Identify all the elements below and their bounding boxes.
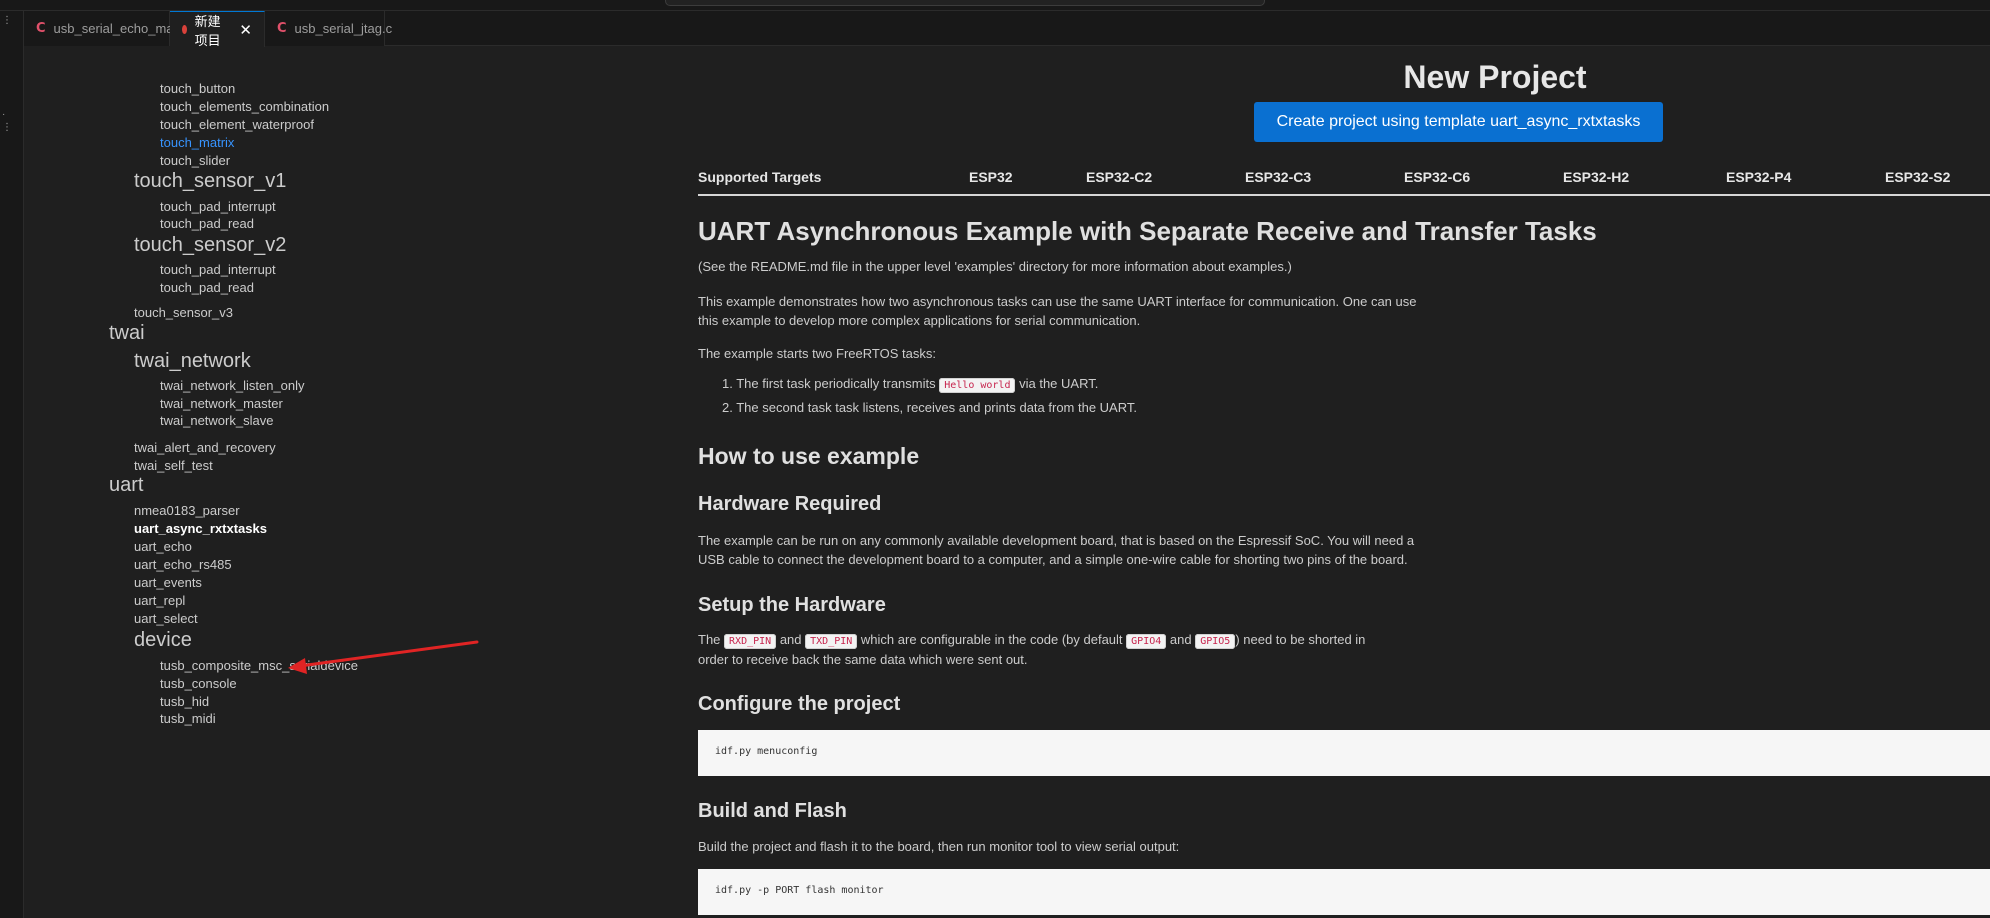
tree-item[interactable]: touch_button	[160, 81, 235, 96]
tree-item[interactable]: twai_alert_and_recovery	[134, 440, 276, 455]
tab-label: usb_serial_jtag.c	[294, 21, 393, 36]
tree-item[interactable]: twai_network_slave	[160, 413, 273, 428]
target-esp32-s2: ESP32-S2	[1885, 169, 1951, 185]
title-bar	[0, 0, 1990, 11]
tree-group-heading: touch_sensor_v1	[134, 170, 287, 192]
code-block: idf.py -p PORT flash monitor	[698, 869, 1990, 915]
supported-targets-row: Supported Targets ESP32 ESP32-C2 ESP32-C…	[698, 160, 1990, 196]
tree-group-heading: twai_network	[134, 350, 251, 372]
tree-item[interactable]: touch_slider	[160, 153, 230, 168]
build-text: Build the project and flash it to the bo…	[698, 839, 1180, 854]
tree-item[interactable]: tusb_midi	[160, 711, 216, 726]
close-icon[interactable]: ✕	[239, 21, 252, 39]
example-tree: touch_button touch_elements_combination …	[24, 47, 690, 918]
tree-group-heading: device	[134, 629, 192, 651]
tree-item[interactable]: uart_echo	[134, 539, 192, 554]
project-dot-icon	[182, 25, 187, 34]
c-file-icon: C	[277, 21, 287, 36]
inline-code: RXD_PIN	[724, 634, 777, 649]
inline-code: GPIO5	[1195, 634, 1236, 649]
tab-usb-serial-echo-main[interactable]: C usb_serial_echo_main.c	[24, 11, 194, 46]
tab-usb-serial-jtag[interactable]: C usb_serial_jtag.c	[265, 11, 392, 46]
section-heading: Hardware Required	[698, 493, 882, 515]
setup-text: and	[1169, 632, 1192, 647]
tab-label: 新建项目	[194, 13, 221, 48]
editor-tab-bar: C usb_serial_echo_main.c 新建项目 ✕ C usb_se…	[24, 11, 1990, 48]
target-esp32-p4: ESP32-P4	[1726, 169, 1792, 185]
tree-item-selected[interactable]: uart_async_rxtxtasks	[134, 521, 267, 536]
setup-text: ) need to be shorted in	[1235, 632, 1366, 647]
inline-code: GPIO4	[1126, 634, 1167, 649]
task-item-1: 1. The first task periodically transmits…	[722, 376, 1099, 393]
tree-item[interactable]: touch_elements_combination	[160, 99, 329, 114]
tree-item[interactable]: uart_repl	[134, 593, 185, 608]
code-text: idf.py menuconfig	[715, 746, 818, 757]
intro-line-1: This example demonstrates how two asynch…	[698, 294, 1417, 309]
setup-line-2: order to receive back the same data whic…	[698, 652, 1028, 667]
setup-text: which are configurable in the code (by d…	[860, 632, 1123, 647]
hw-line-2: USB cable to connect the development boa…	[698, 552, 1408, 567]
tree-category-heading: twai	[109, 322, 145, 344]
code-block: idf.py menuconfig	[698, 730, 1990, 776]
task-item-2: 2. The second task task listens, receive…	[722, 400, 1137, 415]
tab-new-project[interactable]: 新建项目 ✕	[170, 11, 265, 48]
tree-item[interactable]: tusb_composite_msc_serialdevice	[160, 658, 358, 673]
section-heading: Build and Flash	[698, 800, 847, 822]
section-heading: How to use example	[698, 443, 920, 469]
tree-group-heading: touch_sensor_v2	[134, 234, 287, 256]
target-esp32-c6: ESP32-C6	[1404, 169, 1471, 185]
tree-item[interactable]: twai_network_master	[160, 396, 283, 411]
more-icon[interactable]: ⋮	[2, 16, 12, 26]
tree-item-touch-matrix[interactable]: touch_matrix	[160, 135, 234, 150]
tree-item[interactable]: uart_select	[134, 611, 198, 626]
tree-item[interactable]: uart_echo_rs485	[134, 557, 232, 572]
more-icon-secondary[interactable]: ⋮	[2, 123, 12, 133]
setup-line-1: The RXD_PIN and TXD_PIN which are config…	[698, 630, 1365, 651]
setup-text: The	[698, 632, 721, 647]
target-esp32-c2: ESP32-C2	[1086, 169, 1153, 185]
tree-item[interactable]: touch_pad_interrupt	[160, 199, 276, 214]
code-text: idf.py -p PORT flash monitor	[715, 885, 884, 896]
target-esp32-c3: ESP32-C3	[1245, 169, 1312, 185]
tasks-intro: The example starts two FreeRTOS tasks:	[698, 346, 936, 361]
tree-item[interactable]: twai_self_test	[134, 458, 213, 473]
tree-item[interactable]: uart_events	[134, 575, 202, 590]
tree-item[interactable]: nmea0183_parser	[134, 503, 240, 518]
inline-code: Hello world	[939, 378, 1016, 393]
tree-item[interactable]: touch_pad_interrupt	[160, 262, 276, 277]
activity-bar: ⋮ · ⋮	[0, 11, 24, 918]
section-heading: Setup the Hardware	[698, 594, 886, 616]
tree-item[interactable]: tusb_hid	[160, 694, 209, 709]
project-detail: New Project Create project using templat…	[690, 47, 1990, 918]
tree-item[interactable]: touch_element_waterproof	[160, 117, 314, 132]
task1-text-end: via the UART.	[1019, 376, 1099, 391]
readme-heading: UART Asynchronous Example with Separate …	[698, 216, 1597, 246]
target-esp32: ESP32	[969, 169, 1013, 185]
tree-item[interactable]: touch_pad_read	[160, 216, 254, 231]
create-project-button[interactable]: Create project using template uart_async…	[1254, 102, 1663, 142]
hw-line-1: The example can be run on any commonly a…	[698, 533, 1415, 548]
target-esp32-h2: ESP32-H2	[1563, 169, 1630, 185]
dot-icon: ·	[2, 109, 6, 120]
readme-note: (See the README.md file in the upper lev…	[698, 259, 1292, 274]
intro-line-2: this example to develop more complex app…	[698, 313, 1141, 328]
tree-item[interactable]: touch_sensor_v3	[134, 305, 233, 320]
command-center[interactable]	[665, 0, 1265, 6]
targets-label: Supported Targets	[698, 169, 822, 185]
task1-text: 1. The first task periodically transmits	[722, 376, 936, 391]
tree-item[interactable]: tusb_console	[160, 676, 237, 691]
section-heading: Configure the project	[698, 693, 901, 715]
page-title: New Project	[1403, 59, 1587, 95]
tree-item[interactable]: touch_pad_read	[160, 280, 254, 295]
c-file-icon: C	[36, 21, 46, 36]
tree-category-heading: uart	[109, 474, 144, 496]
inline-code: TXD_PIN	[805, 634, 858, 649]
setup-text: and	[779, 632, 802, 647]
tree-item[interactable]: twai_network_listen_only	[160, 378, 305, 393]
